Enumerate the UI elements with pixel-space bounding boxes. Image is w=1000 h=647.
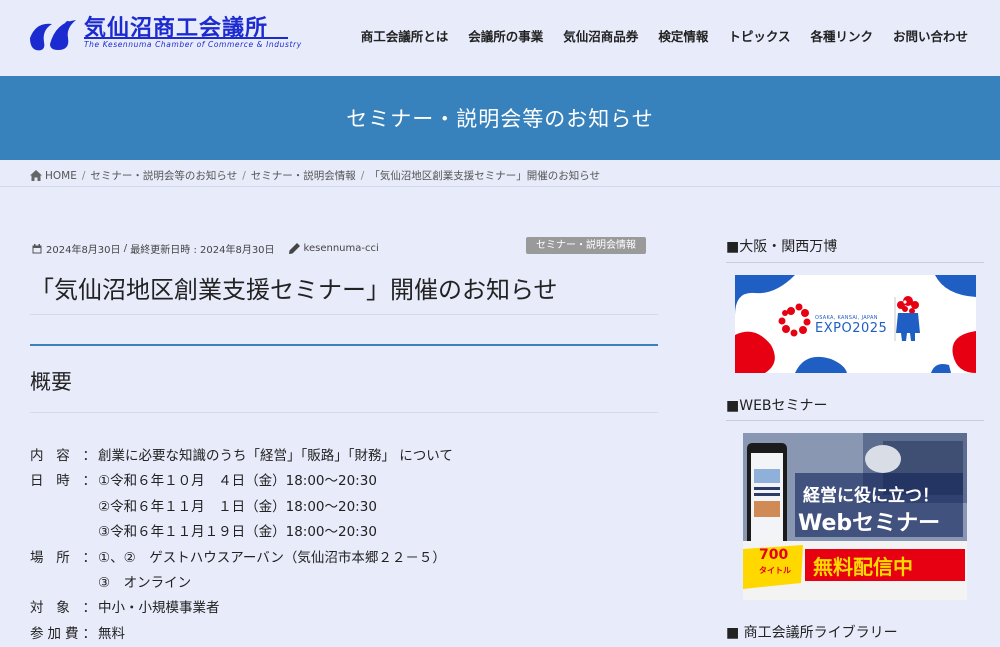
- web-seminar-banner[interactable]: 経営に役に立つ！ Webセミナー 700 タイトル 無料配信中: [743, 433, 967, 600]
- detail-colon: ：: [82, 625, 97, 642]
- detail-label: [30, 571, 98, 596]
- web-banner-line2: Webセミナー: [798, 511, 941, 536]
- detail-label-char: 費: [65, 625, 79, 642]
- breadcrumb-separator: /: [81, 169, 86, 182]
- breadcrumb-separator: /: [242, 169, 246, 182]
- nav-item-projects[interactable]: 会議所の事業: [458, 26, 553, 45]
- breadcrumb-divider: [0, 186, 1000, 187]
- detail-value: ①令和６年１０月 ４日（金）18:00～20:30: [98, 473, 377, 490]
- sidebar-heading-library: ■ 商工会議所ライブラリー: [726, 625, 898, 641]
- post-meta: 2024年8月30日 / 最終更新日時 : 2024年8月30日 kesennu…: [32, 241, 379, 256]
- detail-colon: ：: [82, 549, 97, 566]
- detail-row: 対象 ：中小・小規模事業者: [30, 596, 453, 621]
- nav-item-topics[interactable]: トピックス: [718, 26, 800, 45]
- detail-colon: ：: [82, 600, 97, 617]
- detail-value: ②令和６年１１月 １日（金）18:00～20:30: [98, 498, 377, 515]
- title-divider: [30, 314, 658, 315]
- page-banner: セミナー・説明会等のお知らせ: [0, 76, 1000, 160]
- logo-divider: [84, 37, 288, 39]
- seminar-details: 内容：創業に必要な知識のうち「経営」「販路」「財務」 について日時： ①令和６年１…: [30, 444, 453, 647]
- detail-value: ③令和６年１１月１９日（金）18:00～20:30: [98, 524, 377, 541]
- breadcrumb: HOME / セミナー・説明会等のお知らせ / セミナー・説明会情報 / 「気仙…: [30, 168, 600, 183]
- detail-label-char: 日: [30, 473, 44, 490]
- web-banner-count-unit: タイトル: [759, 566, 791, 575]
- detail-label: [30, 520, 98, 545]
- nav-item-exams[interactable]: 検定情報: [648, 26, 718, 45]
- detail-label-char: 場: [30, 549, 44, 566]
- detail-label-char: 容: [56, 448, 70, 464]
- logo-subtitle: The Kesennuma Chamber of Commerce & Indu…: [84, 40, 302, 49]
- sidebar-divider: [726, 262, 984, 263]
- detail-label: 対象 ：: [30, 596, 98, 621]
- nav-item-voucher[interactable]: 気仙沼商品券: [553, 26, 648, 45]
- detail-label-char: 所: [56, 549, 70, 566]
- section-heading: 概要: [30, 370, 72, 394]
- sidebar-divider: [726, 420, 984, 421]
- nav-item-about[interactable]: 商工会議所とは: [351, 26, 459, 45]
- breadcrumb-home[interactable]: HOME: [45, 170, 77, 182]
- detail-row: 日時 ： ①令和６年１０月 ４日（金）18:00～20:30: [30, 469, 453, 494]
- detail-label: [30, 495, 98, 520]
- detail-label-char: 参: [30, 625, 44, 642]
- sidebar-heading-web: ■WEBセミナー: [726, 398, 828, 414]
- detail-value: 無料: [98, 625, 125, 642]
- detail-label: 日時 ：: [30, 469, 98, 494]
- web-banner-cta: 無料配信中: [813, 555, 913, 579]
- detail-label: 参加費：: [30, 622, 98, 647]
- detail-label-char: 時: [56, 473, 70, 490]
- detail-label-char: 内: [30, 448, 44, 464]
- detail-value: ③ オンライン: [98, 574, 192, 591]
- expo-banner-big-text: EXPO2025: [815, 321, 888, 336]
- post-author[interactable]: kesennuma-cci: [304, 243, 379, 254]
- meta-separator: /: [120, 243, 131, 254]
- sidebar-heading-expo: ■大阪・関西万博: [726, 239, 838, 255]
- logo-mark-icon: [30, 20, 76, 51]
- web-banner-line1: 経営に役に立つ！: [803, 486, 939, 506]
- expo-banner[interactable]: OSAKA, KANSAI, JAPAN EXPO2025: [735, 275, 976, 373]
- detail-label: 場所 ：: [30, 546, 98, 571]
- detail-value: 創業に必要な知識のうち「経営」「販路」「財務」 について: [98, 448, 453, 464]
- detail-row: ③ オンライン: [30, 571, 453, 596]
- breadcrumb-separator: /: [360, 169, 365, 182]
- content-divider: [30, 344, 658, 346]
- calendar-icon: [32, 243, 42, 253]
- web-banner-count: 700: [759, 547, 789, 563]
- detail-value: 中小・小規模事業者: [98, 600, 220, 617]
- detail-row: ③令和６年１１月１９日（金）18:00～20:30: [30, 520, 453, 545]
- detail-label-char: 加: [47, 625, 62, 642]
- main-nav: 商工会議所とは 会議所の事業 気仙沼商品券 検定情報 トピックス 各種リンク お…: [351, 26, 978, 45]
- detail-label-char: 対: [30, 600, 44, 617]
- breadcrumb-item-seminar-info[interactable]: セミナー・説明会情報: [251, 168, 356, 183]
- detail-label-char: 象: [56, 600, 70, 617]
- breadcrumb-item-current: 「気仙沼地区創業支援セミナー」開催のお知らせ: [369, 170, 601, 182]
- post-title: 「気仙沼地区創業支援セミナー」開催のお知らせ: [30, 276, 558, 304]
- site-logo[interactable]: 気仙沼商工会議所 The Kesennuma Chamber of Commer…: [28, 10, 301, 58]
- detail-colon: ：: [82, 448, 97, 464]
- section-divider: [30, 412, 658, 413]
- nav-item-links[interactable]: 各種リンク: [800, 26, 883, 45]
- pencil-icon: [288, 243, 300, 254]
- site-header: 気仙沼商工会議所 The Kesennuma Chamber of Commer…: [0, 0, 1000, 76]
- nav-item-contact[interactable]: お問い合わせ: [883, 26, 978, 45]
- category-badge[interactable]: セミナー・説明会情報: [526, 237, 646, 254]
- breadcrumb-item-seminars[interactable]: セミナー・説明会等のお知らせ: [90, 168, 237, 183]
- post-updated-date: 最終更新日時 : 2024年8月30日: [130, 245, 275, 256]
- page-banner-title: セミナー・説明会等のお知らせ: [346, 107, 654, 131]
- home-icon: [30, 170, 42, 181]
- detail-label: 内容 ：: [30, 444, 98, 469]
- detail-row: ②令和６年１１月 １日（金）18:00～20:30: [30, 495, 453, 520]
- detail-row: 参加費：無料: [30, 622, 453, 647]
- detail-row: 内容 ：創業に必要な知識のうち「経営」「販路」「財務」 について: [30, 444, 453, 469]
- detail-row: 場所 ： ①、② ゲストハウスアーバン（気仙沼市本郷２２－５）: [30, 546, 453, 571]
- detail-colon: ：: [82, 473, 97, 490]
- detail-value: ①、② ゲストハウスアーバン（気仙沼市本郷２２－５）: [98, 549, 446, 566]
- post-published-date: 2024年8月30日: [46, 245, 121, 256]
